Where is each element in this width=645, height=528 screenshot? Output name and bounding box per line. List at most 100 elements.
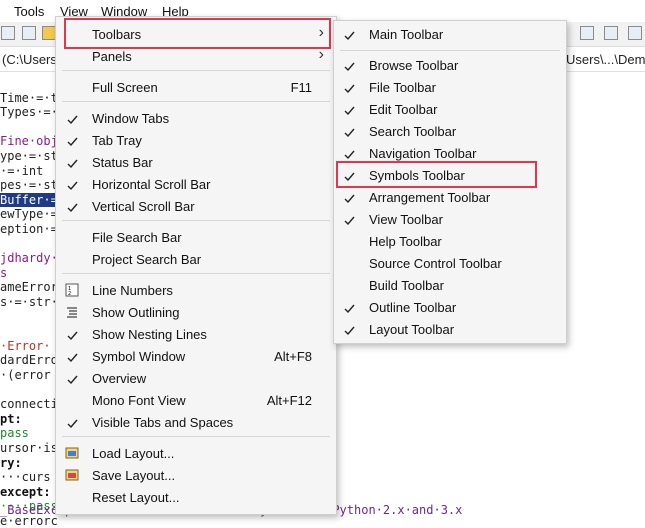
view-menu-item-symbol-window[interactable]: Symbol Window Alt+F8 [56,346,336,368]
code-line: s·=·str· [0,295,58,309]
toolbars-menu-item-outline-toolbar[interactable]: Outline Toolbar [334,297,566,319]
checkmark-icon [67,201,78,213]
menu-item-label: Help Toolbar [369,234,442,249]
code-line: ewType·= [0,207,58,222]
toolbar-tool-icon[interactable] [1,26,15,40]
menu-item-label: Main Toolbar [369,27,444,42]
checkmark-icon [344,104,355,116]
toolbars-menu-item-help-toolbar[interactable]: Help Toolbar [334,231,566,253]
code-line: ype·=·st [0,149,58,163]
view-menu-item-panels[interactable]: Panels › [56,46,336,68]
toolbars-menu-item-file-toolbar[interactable]: File Toolbar [334,77,566,99]
toolbars-menu-item-main-toolbar[interactable]: Main Toolbar [334,24,566,46]
view-menu-item-visible-tabs-and-spaces[interactable]: Visible Tabs and Spaces [56,412,336,434]
menu-item-label: Browse Toolbar [369,58,459,73]
menu-item-label: Horizontal Scroll Bar [92,177,211,192]
checkmark-icon [67,329,78,341]
outlining-icon [65,305,79,319]
save-layout-icon [65,468,79,482]
code-line: ·=·int [0,163,44,178]
menu-item-shortcut: F11 [290,80,312,95]
view-menu-item-reset-layout[interactable]: Reset Layout... [56,487,336,509]
menu-item-label: Status Bar [92,155,153,170]
checkmark-icon [344,60,355,72]
menu-separator [62,436,330,437]
toolbars-menu-item-view-toolbar[interactable]: View Toolbar [334,209,566,231]
checkmark-icon [344,82,355,94]
view-menu-item-mono-font-view[interactable]: Mono Font View Alt+F12 [56,390,336,412]
toolbars-menu-item-build-toolbar[interactable]: Build Toolbar [334,275,566,297]
view-menu-item-save-layout[interactable]: Save Layout... [56,465,336,487]
view-menu-item-overview[interactable]: Overview [56,368,336,390]
toolbars-menu-item-arrangement-toolbar[interactable]: Arrangement Toolbar [334,187,566,209]
load-layout-icon [65,446,79,460]
menu-item-label: Full Screen [92,80,158,95]
view-menu-item-show-nesting-lines[interactable]: Show Nesting Lines [56,324,336,346]
code-line: except: [0,484,51,499]
menu-item-label: Visible Tabs and Spaces [92,415,234,430]
menu-item-label: Panels [92,49,132,64]
menu-item-label: Navigation Toolbar [369,146,477,161]
code-line: ·(error [0,368,51,382]
code-line: pt: [0,411,22,426]
view-menu-item-window-tabs[interactable]: Window Tabs [56,108,336,130]
menu-item-label: Line Numbers [92,283,173,298]
menu-item-label: Tab Tray [92,133,142,148]
menu-item-label: File Toolbar [369,80,436,95]
view-menu-item-vertical-scroll-bar[interactable]: Vertical Scroll Bar [56,196,336,218]
view-menu-item-file-search-bar[interactable]: File Search Bar [56,227,336,249]
code-line: s [0,265,8,280]
menu-item-label: Layout Toolbar [369,322,455,337]
toolbars-highlight-box [64,18,331,49]
menu-item-shortcut: Alt+F8 [274,349,312,364]
svg-text:2: 2 [68,291,71,297]
menu-separator [62,220,330,221]
checkmark-icon [67,417,78,429]
menu-item-label: Mono Font View [92,393,186,408]
toolbars-menu-item-edit-toolbar[interactable]: Edit Toolbar [334,99,566,121]
view-menu: Toolbars › Panels › Full Screen F11 Window Tab… [55,16,337,515]
menu-item-label: Build Toolbar [369,278,444,293]
view-menu-item-load-layout[interactable]: Load Layout... [56,443,336,465]
code-line: Fine·obj [0,134,58,149]
layout-grid-icon[interactable] [580,26,594,40]
code-line: Buffer·= [0,192,58,207]
code-line: Time·=·t [0,90,58,105]
checkmark-icon [344,126,355,138]
view-menu-item-horizontal-scroll-bar[interactable]: Horizontal Scroll Bar [56,174,336,196]
code-line: ···curs [0,470,51,485]
checkmark-icon [67,135,78,147]
view-menu-item-line-numbers[interactable]: 1 2 Line Numbers [56,280,336,302]
checkmark-icon [344,214,355,226]
view-menu-item-show-outlining[interactable]: Show Outlining [56,302,336,324]
menu-item-label: Search Toolbar [369,124,457,139]
menu-item-label: Overview [92,371,147,386]
view-menu-item-project-search-bar[interactable]: Project Search Bar [56,249,336,271]
code-line: pass [0,426,29,441]
toolbar-copy-icon[interactable] [22,26,36,40]
view-menu-item-status-bar[interactable]: Status Bar [56,152,336,174]
view-menu-item-tab-tray[interactable]: Tab Tray [56,130,336,152]
code-line: pes·=·st [0,178,58,193]
menu-tools[interactable]: Tools [14,4,44,19]
view-menu-item-full-screen[interactable]: Full Screen F11 [56,77,336,99]
layout-panel-icon[interactable] [604,26,618,40]
menu-item-label: Arrangement Toolbar [369,190,491,205]
menu-item-label: File Search Bar [92,230,182,245]
line-numbers-icon: 12 [65,283,79,297]
code-line: ·Error· [0,338,51,353]
menu-item-label: Window Tabs [92,111,170,126]
toolbars-menu-item-layout-toolbar[interactable]: Layout Toolbar [334,319,566,341]
toolbars-menu-item-browse-toolbar[interactable]: Browse Toolbar [334,55,566,77]
toolbars-menu-item-search-toolbar[interactable]: Search Toolbar [334,121,566,143]
toolbar-paste-icon[interactable] [42,26,56,40]
checkmark-icon [67,351,78,363]
menu-separator [340,50,560,51]
menu-item-label: Symbol Window [92,349,186,364]
checkmark-icon [344,324,355,336]
layout-list-icon[interactable] [628,26,642,40]
toolbars-menu-item-source-control-toolbar[interactable]: Source Control Toolbar [334,253,566,275]
code-line: connecti [0,397,58,412]
menu-item-label: Reset Layout... [92,490,180,505]
code-line: jdhardy· [0,251,58,266]
